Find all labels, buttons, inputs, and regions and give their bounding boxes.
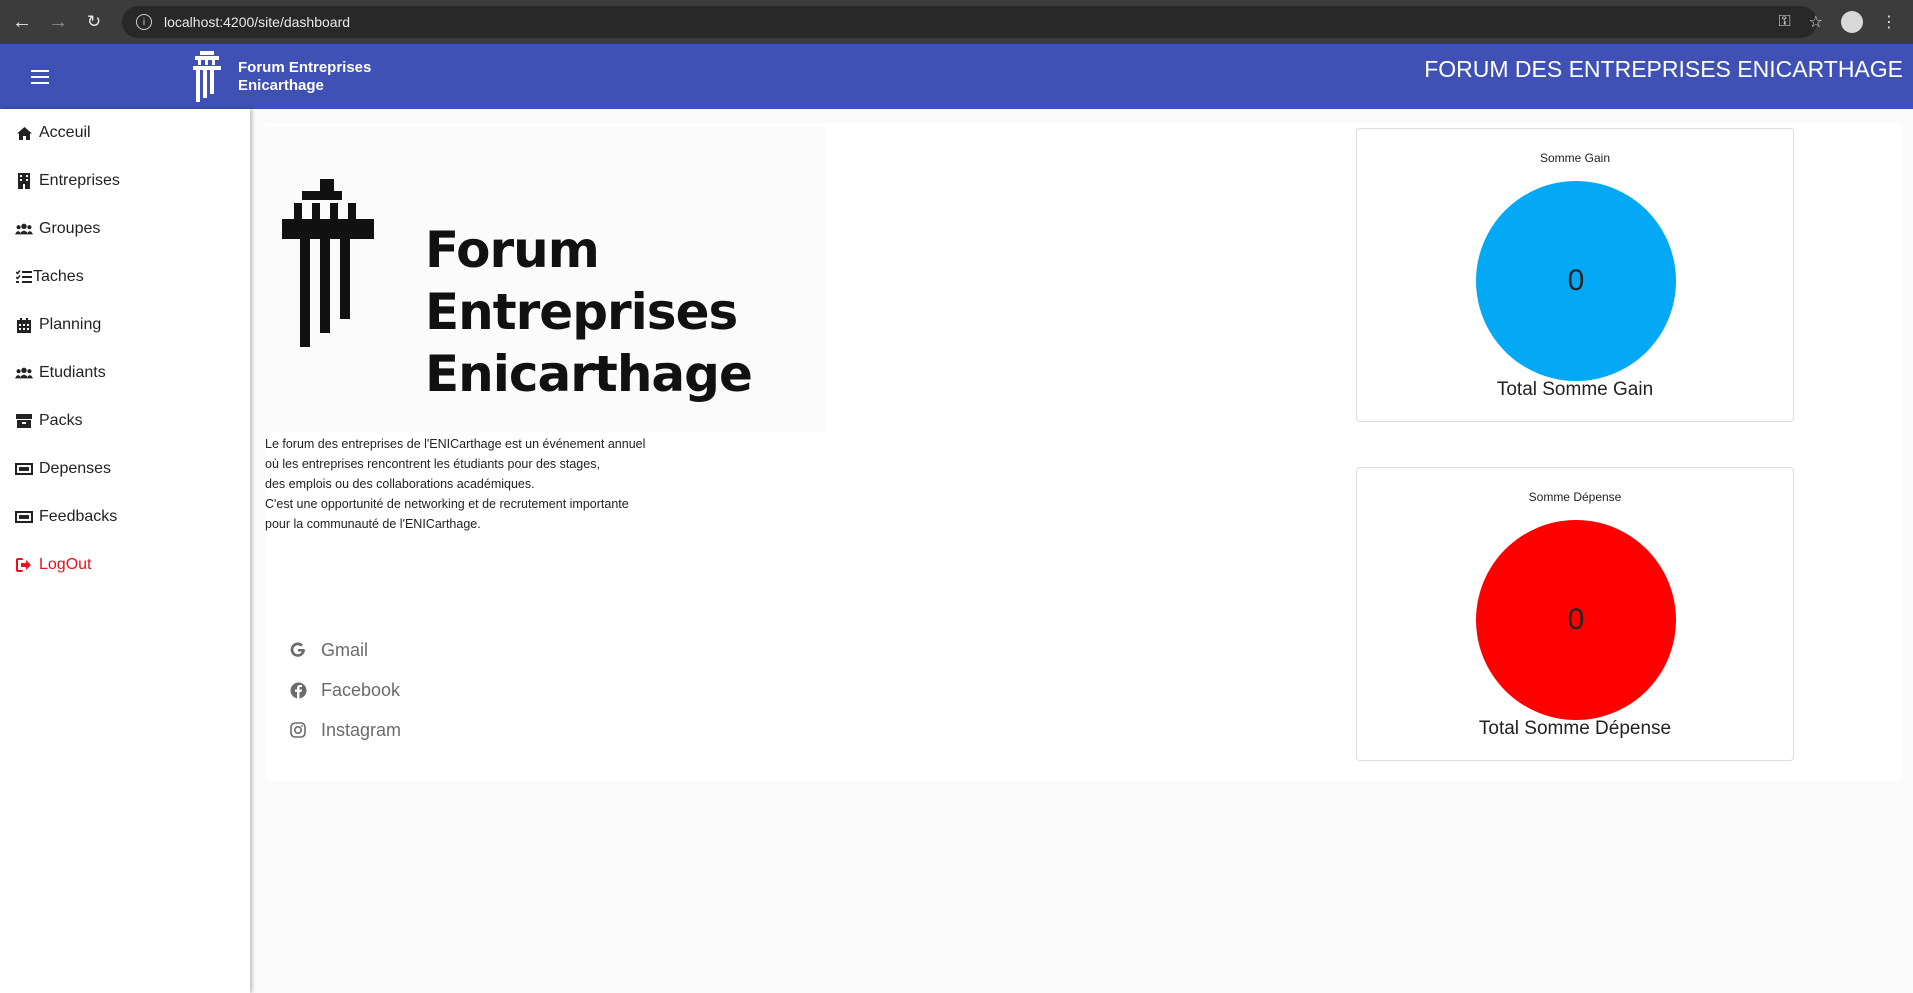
logo-icon (282, 179, 374, 347)
social-links: Gmail Facebook Instagram (289, 630, 401, 750)
description-line: Le forum des entreprises de l'ENICarthag… (265, 437, 646, 451)
key-icon[interactable]: ⚿ (1778, 13, 1790, 31)
sidebar-item-label: Planning (39, 316, 102, 333)
gain-circle: 0 (1476, 181, 1676, 381)
browser-toolbar: ← → ↻ i localhost:4200/site/dashboard ⚿ … (0, 0, 1913, 44)
sidebar-item-label: LogOut (39, 556, 92, 573)
menu-icon[interactable] (22, 62, 58, 92)
brand-line-2: Enicarthage (238, 77, 324, 94)
facebook-icon (289, 681, 307, 699)
depense-circle: 0 (1476, 520, 1676, 720)
social-label: Gmail (321, 639, 369, 660)
depense-card: Somme Dépense 0 Total Somme Dépense (1356, 467, 1794, 761)
address-bar[interactable]: i localhost:4200/site/dashboard (122, 6, 1817, 38)
users-icon (15, 220, 33, 238)
depense-label: Somme Dépense (1528, 490, 1622, 504)
box-icon (15, 412, 33, 430)
forum-logo: Forum Entreprises Enicarthage (265, 127, 825, 432)
description-line: où les entreprises rencontrent les étudi… (265, 457, 600, 471)
depense-total-label: Total Somme Dépense (1478, 718, 1672, 739)
sidebar-item-feedbacks[interactable]: Feedbacks (0, 493, 250, 541)
logo-icon (193, 51, 221, 102)
app-header: Forum Entreprises Enicarthage FORUM DES … (0, 44, 1913, 109)
sidebar-item-logout[interactable]: LogOut (0, 541, 250, 589)
sidebar-item-packs[interactable]: Packs (0, 397, 250, 445)
building-icon (15, 172, 33, 190)
sidebar-item-label: Entreprises (39, 172, 120, 189)
sidebar-item-acceuil[interactable]: Acceuil (0, 109, 250, 157)
gmail-link[interactable]: Gmail (289, 630, 401, 670)
sidebar-item-label: Groupes (39, 220, 101, 237)
instagram-link[interactable]: Instagram (289, 710, 401, 750)
description-line: C'est une opportunité de networking et d… (265, 497, 629, 511)
reload-icon[interactable]: ↻ (76, 4, 112, 40)
dashboard-card: Forum Entreprises Enicarthage Le forum d… (265, 123, 1903, 781)
sidebar-item-etudiants[interactable]: Etudiants (0, 349, 250, 397)
calendar-icon (15, 316, 33, 334)
brand-line-1: Forum Entreprises (238, 59, 372, 76)
page-title: FORUM DES ENTREPRISES ENICARTHAGE (1424, 56, 1903, 82)
sidebar-item-label: Packs (39, 412, 83, 429)
social-label: Instagram (321, 719, 402, 740)
star-icon[interactable]: ☆ (1809, 12, 1823, 32)
logout-icon (15, 556, 33, 574)
facebook-link[interactable]: Facebook (289, 670, 401, 710)
sidebar-item-depenses[interactable]: Depenses (0, 445, 250, 493)
more-icon[interactable]: ⋮ (1881, 12, 1897, 32)
url-text: localhost:4200/site/dashboard (164, 14, 351, 30)
sidebar-item-planning[interactable]: Planning (0, 301, 250, 349)
forward-icon[interactable]: → (40, 4, 76, 40)
description-line: pour la communauté de l'ENICarthage. (265, 517, 481, 531)
gain-label: Somme Gain (1539, 151, 1611, 165)
forum-description: Le forum des entreprises de l'ENICarthag… (265, 434, 695, 534)
instagram-icon (289, 721, 307, 739)
gain-card: Somme Gain 0 Total Somme Gain (1356, 128, 1794, 422)
sidebar-item-label: Acceuil (39, 124, 91, 141)
sidebar: Acceuil Entreprises Groupes Taches Plann… (0, 109, 250, 993)
google-icon (289, 641, 307, 659)
social-label: Facebook (321, 679, 401, 700)
sidebar-item-label: Depenses (39, 460, 112, 477)
sidebar-item-entreprises[interactable]: Entreprises (0, 157, 250, 205)
description-line: des emplois ou des collaborations académ… (265, 477, 535, 491)
money-icon (15, 508, 33, 526)
home-icon (15, 124, 33, 142)
sidebar-item-label: Feedbacks (39, 508, 118, 525)
sidebar-item-taches[interactable]: Taches (0, 253, 250, 301)
sidebar-item-groupes[interactable]: Groupes (0, 205, 250, 253)
brand[interactable]: Forum Entreprises Enicarthage (190, 48, 371, 106)
sidebar-item-label: Etudiants (39, 364, 106, 381)
money-icon (15, 460, 33, 478)
gain-total-label: Total Somme Gain (1496, 379, 1654, 400)
logo-line-1: Forum Entreprises (425, 221, 738, 341)
sidebar-item-label: Taches (33, 268, 84, 285)
tasks-icon (15, 268, 33, 286)
info-icon[interactable]: i (136, 14, 152, 30)
back-icon[interactable]: ← (4, 4, 40, 40)
profile-avatar[interactable] (1841, 11, 1863, 33)
logo-line-2: Enicarthage (425, 345, 753, 403)
users-icon (15, 364, 33, 382)
